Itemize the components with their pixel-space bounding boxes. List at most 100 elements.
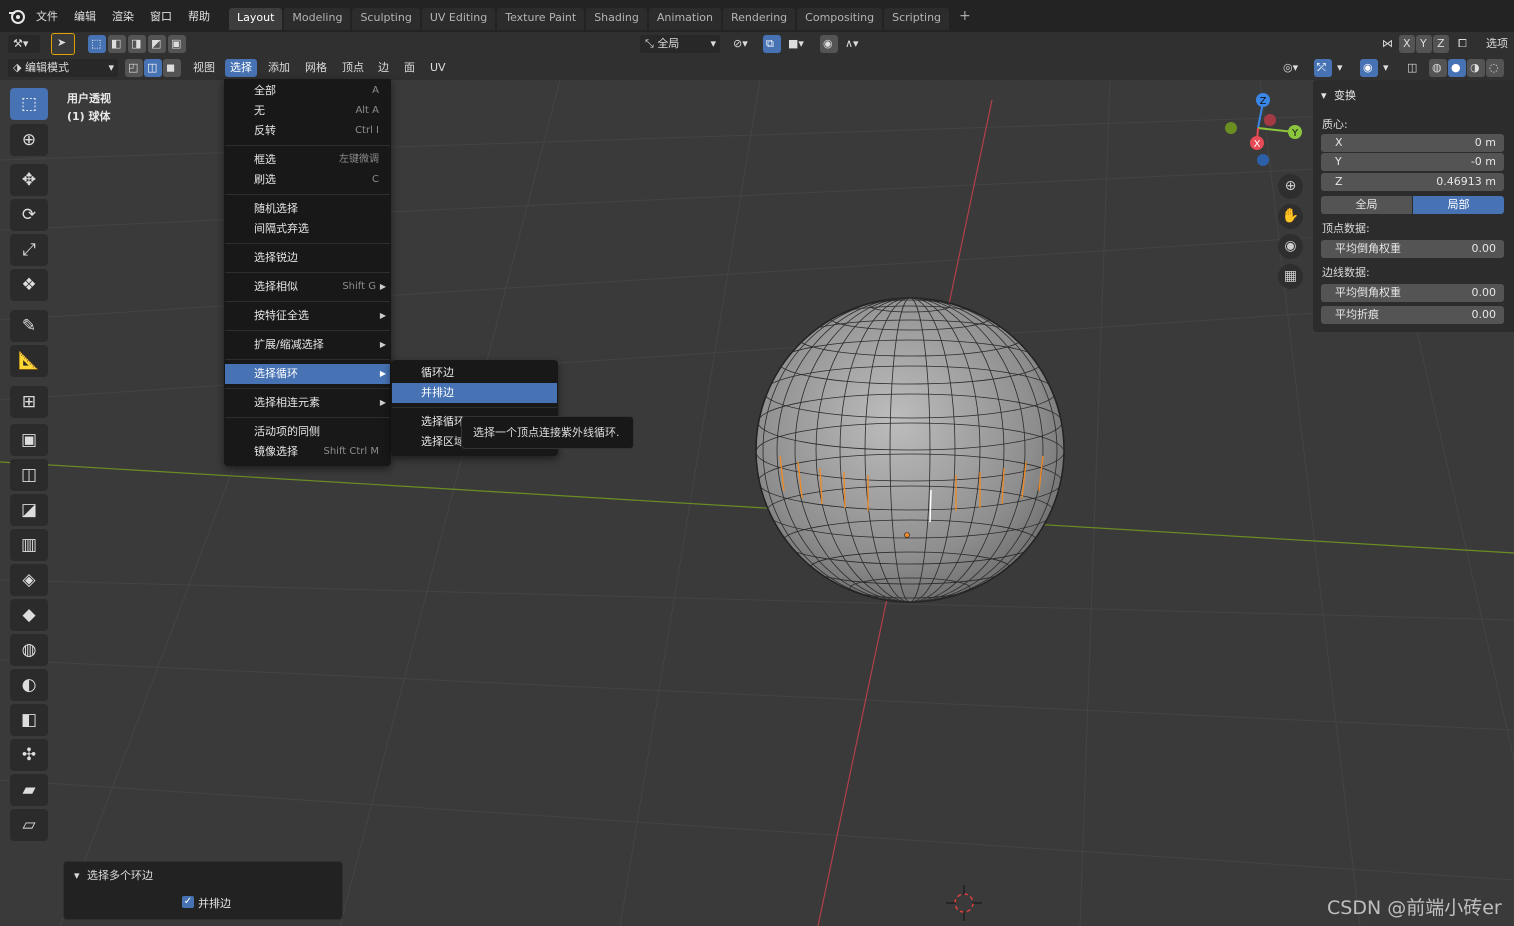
grid-ortho-icon[interactable]: ▦ [1278, 264, 1303, 289]
menu-item-sharp-edges[interactable]: 选择锐边 [225, 248, 390, 268]
pivot-point-icon[interactable]: ⊘▾ [728, 35, 758, 53]
menu-add[interactable]: 添加 [263, 59, 295, 77]
menu-item-random[interactable]: 随机选择 [225, 199, 390, 219]
move-tool-icon[interactable]: ✥ [10, 164, 48, 196]
falloff-icon[interactable]: ∧▾ [840, 35, 870, 53]
solid-shading-icon[interactable]: ● [1448, 59, 1466, 77]
zoom-icon[interactable]: ⊕ [1278, 174, 1303, 199]
add-cube-tool-icon[interactable]: ⊞ [10, 386, 48, 418]
select-tool-icon[interactable]: ➤ [51, 33, 75, 55]
options-menu[interactable]: 选项 [1480, 35, 1514, 53]
tab-scripting[interactable]: Scripting [884, 8, 950, 30]
face-select-icon[interactable]: ◼ [163, 59, 181, 77]
blender-logo-icon[interactable] [8, 7, 26, 25]
proportional-edit-icon[interactable]: ◉ [820, 35, 838, 53]
menu-item-invert[interactable]: 反转 Ctrl I [225, 121, 390, 141]
tab-sculpting[interactable]: Sculpting [352, 8, 420, 30]
smooth-tool-icon[interactable]: ◐ [10, 669, 48, 701]
edge-bevel-weight-field[interactable]: 平均倒角权重 0.00 [1321, 284, 1504, 302]
spin-tool-icon[interactable]: ◍ [10, 634, 48, 666]
menu-item-side-of-active[interactable]: 活动项的同侧 [225, 422, 390, 442]
menu-edge[interactable]: 边 [373, 59, 394, 77]
extrude-tool-icon[interactable]: ▣ [10, 424, 48, 456]
add-workspace-button[interactable]: + [951, 8, 979, 30]
median-x-field[interactable]: X 0 m [1321, 134, 1504, 152]
median-y-field[interactable]: Y -0 m [1321, 153, 1504, 171]
cursor-tool-icon[interactable]: ⊕ [10, 124, 48, 156]
menu-item-select-all[interactable]: 全部 A [225, 81, 390, 101]
crease-field[interactable]: 平均折痕 0.00 [1321, 306, 1504, 324]
sphere-mesh[interactable] [750, 296, 1072, 608]
menu-item-box-select[interactable]: 框选 左键微调 [225, 150, 390, 170]
menu-item-checker-deselect[interactable]: 间隔式弃选 [225, 219, 390, 239]
bevel-tool-icon[interactable]: ◪ [10, 494, 48, 526]
chevron-down-icon[interactable]: ▾ [1334, 59, 1350, 77]
menu-select[interactable]: 选择 [225, 59, 257, 77]
material-shading-icon[interactable]: ◑ [1467, 59, 1485, 77]
menu-uv[interactable]: UV [425, 59, 451, 77]
menu-view[interactable]: 视图 [188, 59, 220, 77]
menu-render[interactable]: 渲染 [104, 8, 142, 24]
visibility-icon[interactable]: ◎▾ [1278, 59, 1308, 77]
snap-icon[interactable]: ⧉ [763, 35, 781, 53]
tab-shading[interactable]: Shading [586, 8, 647, 30]
ring-checkbox[interactable]: ✓ [182, 896, 194, 908]
menu-file[interactable]: 文件 [28, 8, 66, 24]
menu-mesh[interactable]: 网格 [300, 59, 332, 77]
shear-tool-icon[interactable]: ▰ [10, 774, 48, 806]
menu-item-grow-shrink[interactable]: 扩展/缩减选择 ▶ [225, 335, 390, 355]
tool-settings-icon[interactable]: ⚒▾ [8, 35, 40, 53]
tab-texture-paint[interactable]: Texture Paint [497, 8, 585, 30]
mode-dropdown[interactable]: ⬗ 编辑模式 ▾ [8, 59, 118, 77]
global-toggle[interactable]: 全局 [1321, 196, 1412, 214]
median-z-field[interactable]: Z 0.46913 m [1321, 173, 1504, 191]
vertex-select-icon[interactable]: ◰ [125, 59, 143, 77]
menu-item-edge-rings[interactable]: 并排边 [392, 383, 557, 403]
xray-toggle-icon[interactable]: ◫ [1404, 59, 1422, 77]
rendered-shading-icon[interactable]: ◌ [1486, 59, 1504, 77]
select-box-tool-icon[interactable]: ⬚ [10, 88, 48, 120]
transform-orientation-dropdown[interactable]: ⤡ 全局 ▾ [640, 35, 720, 53]
tab-modeling[interactable]: Modeling [284, 8, 351, 30]
poly-build-tool-icon[interactable]: ◆ [10, 599, 48, 631]
menu-help[interactable]: 帮助 [180, 8, 218, 24]
menu-item-circle-select[interactable]: 刷选 C [225, 170, 390, 190]
menu-item-select-mirror[interactable]: 镜像选择 Shift Ctrl M [225, 442, 390, 462]
knife-tool-icon[interactable]: ◈ [10, 564, 48, 596]
shrink-fatten-tool-icon[interactable]: ✣ [10, 739, 48, 771]
annotate-tool-icon[interactable]: ✎ [10, 310, 48, 342]
local-toggle[interactable]: 局部 [1413, 196, 1504, 214]
rip-tool-icon[interactable]: ▱ [10, 809, 48, 841]
tab-compositing[interactable]: Compositing [797, 8, 883, 30]
menu-item-select-all-by-trait[interactable]: 按特征全选 ▶ [225, 306, 390, 326]
mirror-icon[interactable]: ⋈ [1379, 35, 1397, 53]
edge-select-icon[interactable]: ◫ [144, 59, 162, 77]
menu-item-select-similar[interactable]: 选择相似 Shift G ▶ [225, 277, 390, 297]
select-extend-icon[interactable]: ◧ [108, 35, 126, 53]
menu-face[interactable]: 面 [399, 59, 420, 77]
tab-layout[interactable]: Layout [229, 8, 283, 30]
scale-tool-icon[interactable]: ⤢ [10, 234, 48, 266]
tab-rendering[interactable]: Rendering [722, 8, 796, 30]
snap-target-icon[interactable]: ■▾ [783, 35, 813, 53]
menu-edit[interactable]: 编辑 [66, 8, 104, 24]
rotate-tool-icon[interactable]: ⟳ [10, 199, 48, 231]
menu-item-edge-loops[interactable]: 循环边 [392, 363, 557, 383]
gizmo-toggle-icon[interactable]: ⤱ [1314, 59, 1332, 77]
vertex-bevel-weight-field[interactable]: 平均倒角权重 0.00 [1321, 240, 1504, 258]
select-invert-icon[interactable]: ◩ [148, 35, 166, 53]
auto-merge-icon[interactable]: ⧠ [1455, 35, 1473, 53]
select-intersect-icon[interactable]: ▣ [168, 35, 186, 53]
transform-tool-icon[interactable]: ❖ [10, 269, 48, 301]
operator-panel-header[interactable]: ▾ 选择多个环边 [74, 867, 153, 883]
tab-uv-editing[interactable]: UV Editing [421, 8, 496, 30]
edge-slide-tool-icon[interactable]: ◧ [10, 704, 48, 736]
tab-animation[interactable]: Animation [648, 8, 721, 30]
camera-icon[interactable]: ◉ [1278, 234, 1303, 259]
menu-item-select-linked[interactable]: 选择相连元素 ▶ [225, 393, 390, 413]
menu-window[interactable]: 窗口 [142, 8, 180, 24]
select-new-icon[interactable]: ⬚ [88, 35, 106, 53]
panel-header[interactable]: ▾ 变换 [1321, 87, 1356, 103]
menu-vertex[interactable]: 顶点 [337, 59, 369, 77]
loop-cut-tool-icon[interactable]: ▥ [10, 529, 48, 561]
